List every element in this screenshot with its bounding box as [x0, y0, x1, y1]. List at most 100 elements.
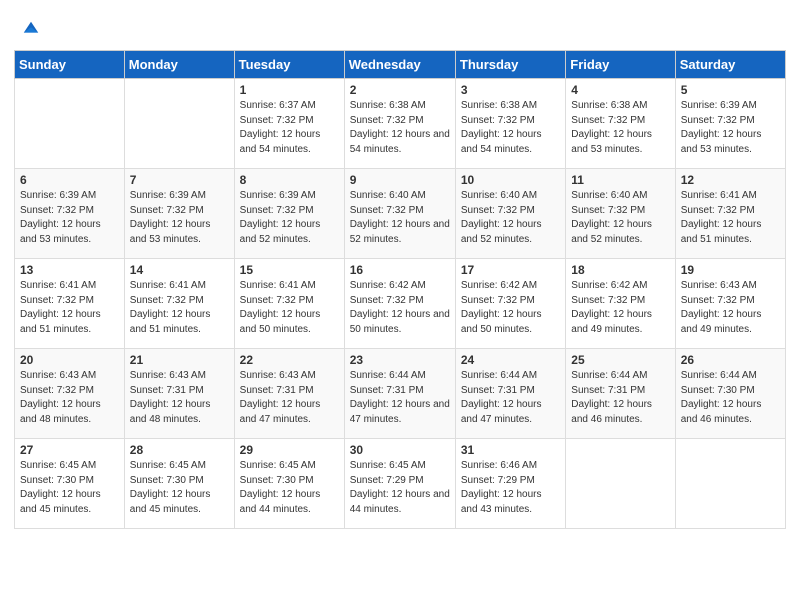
day-cell: 11 Sunrise: 6:40 AM Sunset: 7:32 PM Dayli…	[566, 169, 675, 259]
calendar-body: 1 Sunrise: 6:37 AM Sunset: 7:32 PM Daylig…	[15, 79, 786, 529]
day-cell: 15 Sunrise: 6:41 AM Sunset: 7:32 PM Dayli…	[234, 259, 344, 349]
calendar-header-row: SundayMondayTuesdayWednesdayThursdayFrid…	[15, 51, 786, 79]
day-info: Sunrise: 6:38 AM Sunset: 7:32 PM Dayligh…	[350, 99, 450, 157]
day-header-thursday: Thursday	[455, 51, 565, 79]
day-number: 5	[681, 83, 780, 97]
day-cell: 25 Sunrise: 6:44 AM Sunset: 7:31 PM Dayli…	[566, 349, 675, 439]
day-cell	[566, 439, 675, 529]
day-cell: 29 Sunrise: 6:45 AM Sunset: 7:30 PM Dayli…	[234, 439, 344, 529]
day-cell: 23 Sunrise: 6:44 AM Sunset: 7:31 PM Dayli…	[344, 349, 455, 439]
day-number: 4	[571, 83, 669, 97]
day-cell	[15, 79, 125, 169]
day-info: Sunrise: 6:42 AM Sunset: 7:32 PM Dayligh…	[461, 279, 560, 337]
day-number: 14	[130, 263, 229, 277]
logo-icon	[22, 20, 40, 38]
day-cell: 21 Sunrise: 6:43 AM Sunset: 7:31 PM Dayli…	[124, 349, 234, 439]
day-cell: 30 Sunrise: 6:45 AM Sunset: 7:29 PM Dayli…	[344, 439, 455, 529]
day-number: 13	[20, 263, 119, 277]
day-info: Sunrise: 6:44 AM Sunset: 7:31 PM Dayligh…	[461, 369, 560, 427]
day-number: 10	[461, 173, 560, 187]
day-header-saturday: Saturday	[675, 51, 785, 79]
day-info: Sunrise: 6:40 AM Sunset: 7:32 PM Dayligh…	[350, 189, 450, 247]
day-info: Sunrise: 6:40 AM Sunset: 7:32 PM Dayligh…	[461, 189, 560, 247]
day-number: 26	[681, 353, 780, 367]
day-header-monday: Monday	[124, 51, 234, 79]
day-info: Sunrise: 6:43 AM Sunset: 7:32 PM Dayligh…	[681, 279, 780, 337]
day-cell: 2 Sunrise: 6:38 AM Sunset: 7:32 PM Daylig…	[344, 79, 455, 169]
day-info: Sunrise: 6:38 AM Sunset: 7:32 PM Dayligh…	[461, 99, 560, 157]
day-info: Sunrise: 6:41 AM Sunset: 7:32 PM Dayligh…	[681, 189, 780, 247]
day-info: Sunrise: 6:43 AM Sunset: 7:32 PM Dayligh…	[20, 369, 119, 427]
day-info: Sunrise: 6:37 AM Sunset: 7:32 PM Dayligh…	[240, 99, 339, 157]
day-info: Sunrise: 6:44 AM Sunset: 7:31 PM Dayligh…	[571, 369, 669, 427]
day-header-wednesday: Wednesday	[344, 51, 455, 79]
day-cell: 17 Sunrise: 6:42 AM Sunset: 7:32 PM Dayli…	[455, 259, 565, 349]
day-info: Sunrise: 6:38 AM Sunset: 7:32 PM Dayligh…	[571, 99, 669, 157]
day-cell: 22 Sunrise: 6:43 AM Sunset: 7:31 PM Dayli…	[234, 349, 344, 439]
day-info: Sunrise: 6:39 AM Sunset: 7:32 PM Dayligh…	[681, 99, 780, 157]
day-number: 11	[571, 173, 669, 187]
day-info: Sunrise: 6:45 AM Sunset: 7:29 PM Dayligh…	[350, 459, 450, 517]
day-number: 3	[461, 83, 560, 97]
calendar-table: SundayMondayTuesdayWednesdayThursdayFrid…	[14, 50, 786, 529]
day-info: Sunrise: 6:41 AM Sunset: 7:32 PM Dayligh…	[130, 279, 229, 337]
day-cell: 5 Sunrise: 6:39 AM Sunset: 7:32 PM Daylig…	[675, 79, 785, 169]
day-number: 23	[350, 353, 450, 367]
day-number: 28	[130, 443, 229, 457]
day-cell: 10 Sunrise: 6:40 AM Sunset: 7:32 PM Dayli…	[455, 169, 565, 259]
day-number: 16	[350, 263, 450, 277]
day-cell: 16 Sunrise: 6:42 AM Sunset: 7:32 PM Dayli…	[344, 259, 455, 349]
week-row-3: 13 Sunrise: 6:41 AM Sunset: 7:32 PM Dayli…	[15, 259, 786, 349]
day-info: Sunrise: 6:43 AM Sunset: 7:31 PM Dayligh…	[240, 369, 339, 427]
day-header-friday: Friday	[566, 51, 675, 79]
day-cell: 27 Sunrise: 6:45 AM Sunset: 7:30 PM Dayli…	[15, 439, 125, 529]
header	[10, 10, 782, 50]
day-number: 2	[350, 83, 450, 97]
day-info: Sunrise: 6:39 AM Sunset: 7:32 PM Dayligh…	[240, 189, 339, 247]
day-info: Sunrise: 6:41 AM Sunset: 7:32 PM Dayligh…	[240, 279, 339, 337]
day-info: Sunrise: 6:42 AM Sunset: 7:32 PM Dayligh…	[350, 279, 450, 337]
day-number: 24	[461, 353, 560, 367]
week-row-5: 27 Sunrise: 6:45 AM Sunset: 7:30 PM Dayli…	[15, 439, 786, 529]
day-cell	[675, 439, 785, 529]
day-info: Sunrise: 6:45 AM Sunset: 7:30 PM Dayligh…	[20, 459, 119, 517]
day-cell	[124, 79, 234, 169]
day-cell: 6Sunrise: 6:39 AM Sunset: 7:32 PM Daylig…	[15, 169, 125, 259]
day-info: Sunrise: 6:39 AM Sunset: 7:32 PM Dayligh…	[130, 189, 229, 247]
day-info: Sunrise: 6:45 AM Sunset: 7:30 PM Dayligh…	[130, 459, 229, 517]
day-number: 7	[130, 173, 229, 187]
day-info: Sunrise: 6:43 AM Sunset: 7:31 PM Dayligh…	[130, 369, 229, 427]
day-cell: 13 Sunrise: 6:41 AM Sunset: 7:32 PM Dayli…	[15, 259, 125, 349]
day-info: Sunrise: 6:41 AM Sunset: 7:32 PM Dayligh…	[20, 279, 119, 337]
day-cell: 24 Sunrise: 6:44 AM Sunset: 7:31 PM Dayli…	[455, 349, 565, 439]
day-number: 17	[461, 263, 560, 277]
day-number: 21	[130, 353, 229, 367]
day-number: 22	[240, 353, 339, 367]
day-number: 12	[681, 173, 780, 187]
day-cell: 3 Sunrise: 6:38 AM Sunset: 7:32 PM Daylig…	[455, 79, 565, 169]
day-cell: 7 Sunrise: 6:39 AM Sunset: 7:32 PM Daylig…	[124, 169, 234, 259]
day-number: 25	[571, 353, 669, 367]
day-number: 29	[240, 443, 339, 457]
day-info: Sunrise: 6:39 AM Sunset: 7:32 PM Dayligh…	[20, 189, 119, 247]
day-cell: 12 Sunrise: 6:41 AM Sunset: 7:32 PM Dayli…	[675, 169, 785, 259]
logo	[20, 18, 40, 44]
day-number: 30	[350, 443, 450, 457]
day-cell: 14 Sunrise: 6:41 AM Sunset: 7:32 PM Dayli…	[124, 259, 234, 349]
day-header-sunday: Sunday	[15, 51, 125, 79]
week-row-1: 1 Sunrise: 6:37 AM Sunset: 7:32 PM Daylig…	[15, 79, 786, 169]
day-number: 31	[461, 443, 560, 457]
day-cell: 18Sunrise: 6:42 AM Sunset: 7:32 PM Dayli…	[566, 259, 675, 349]
day-info: Sunrise: 6:40 AM Sunset: 7:32 PM Dayligh…	[571, 189, 669, 247]
day-number: 18	[571, 263, 669, 277]
day-number: 19	[681, 263, 780, 277]
day-info: Sunrise: 6:44 AM Sunset: 7:31 PM Dayligh…	[350, 369, 450, 427]
day-info: Sunrise: 6:45 AM Sunset: 7:30 PM Dayligh…	[240, 459, 339, 517]
day-number: 15	[240, 263, 339, 277]
day-cell: 8Sunrise: 6:39 AM Sunset: 7:32 PM Daylig…	[234, 169, 344, 259]
day-cell: 1 Sunrise: 6:37 AM Sunset: 7:32 PM Daylig…	[234, 79, 344, 169]
day-number: 9	[350, 173, 450, 187]
day-number: 27	[20, 443, 119, 457]
day-number: 1	[240, 83, 339, 97]
week-row-2: 6Sunrise: 6:39 AM Sunset: 7:32 PM Daylig…	[15, 169, 786, 259]
